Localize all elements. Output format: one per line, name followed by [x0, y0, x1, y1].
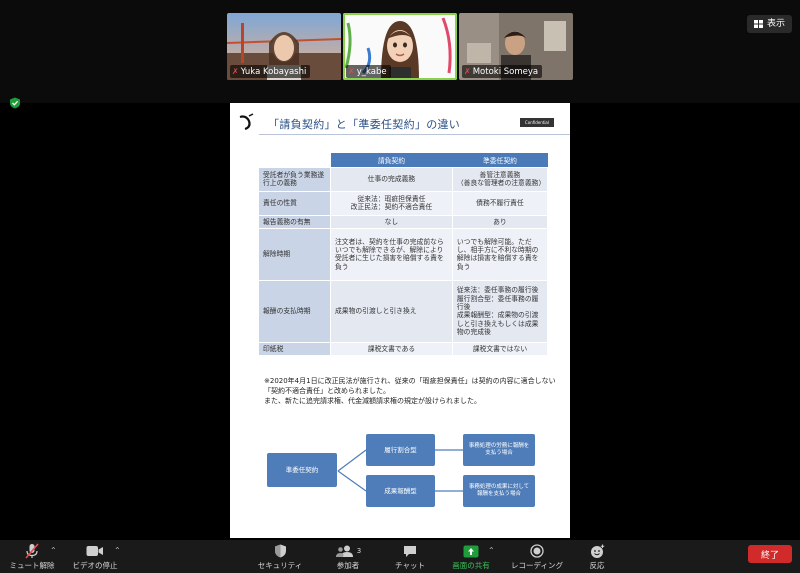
table-header-empty [258, 153, 331, 167]
diagram-root-box: 準委任契約 [267, 453, 337, 487]
table-row: 報告義務の有無 なし あり [258, 214, 549, 230]
row-header: 報酬の支払時期 [258, 279, 331, 343]
reaction-smiley-icon [590, 544, 604, 558]
table-cell: いつでも解除可能。ただし、相手方に不利な時期の解除は損害を賠償する責を負う [451, 227, 549, 281]
comparison-table: 請負契約 準委任契約 受託者が負う業務遂行上の義務 仕事の完成義務 善管注意義務… [258, 153, 549, 357]
diagram-desc-box: 事務処理の成果に対して報酬を支払う場合 [463, 475, 535, 507]
meeting-toolbar: ミュート解除 ⌃ ビデオの停止 ⌃ セキュリティ 3 参加者 チャット 画面の共… [0, 540, 800, 573]
video-tile-3[interactable]: ✗ Motoki Someya [459, 13, 573, 80]
table-cell: 注文者は、契約を仕事の完成前ならいつでも解除できるが、解除により受託者に生じた損… [330, 227, 453, 281]
security-shield-icon [274, 544, 286, 558]
amendment-note: ※2020年4月1日に改正民法が施行され、従来の「瑕疵担保責任」は契約の内容に適… [264, 377, 556, 406]
table-cell: 善管注意義務 （善良な管理者の注意義務） [451, 166, 549, 192]
participants-count: 3 [356, 547, 362, 555]
slide-header: 「請負契約」と「準委任契約」の違い Confidential [230, 103, 570, 143]
video-options-chevron-icon[interactable]: ⌃ [114, 546, 121, 555]
reactions-button[interactable]: 反応 [582, 542, 612, 571]
slide-title: 「請負契約」と「準委任契約」の違い [268, 118, 461, 131]
view-button[interactable]: 表示 [746, 15, 792, 33]
diagram-branch-box: 成果報酬型 [366, 475, 435, 507]
grid-view-icon [753, 20, 763, 28]
row-header: 解除時期 [258, 227, 331, 281]
row-header: 責任の性質 [258, 190, 331, 216]
confidential-badge: Confidential [519, 118, 554, 127]
table-row: 責任の性質 従来法：瑕疵担保責任 改正民法：契約不適合責任 債務不履行責任 [258, 190, 549, 216]
table-header: 請負契約 [330, 153, 453, 167]
video-strip: ✗ Yuka Kobayashi ✗ y_kabe ✗ Motoki Somey… [0, 0, 800, 103]
table-cell: 債務不履行責任 [451, 190, 549, 216]
chat-button[interactable]: チャット [390, 542, 430, 571]
diagram-branch-box: 履行割合型 [366, 434, 435, 466]
table-cell: 課税文書ではない [451, 341, 549, 357]
table-row: 解除時期 注文者は、契約を仕事の完成前ならいつでも解除できるが、解除により受託者… [258, 227, 549, 281]
table-cell: なし [330, 214, 453, 230]
table-row: 報酬の支払時期 成果物の引渡しと引き換え 従来法：委任事務の履行後 履行割合型：… [258, 279, 549, 343]
diagram-desc-box: 事務処理の労務に報酬を支払う場合 [463, 434, 535, 466]
row-header: 受託者が負う業務遂行上の義務 [258, 166, 331, 192]
table-cell: 仕事の完成義務 [330, 166, 453, 192]
participant-name-label: ✗ y_kabe [346, 65, 391, 78]
security-button[interactable]: セキュリティ [253, 542, 307, 571]
mic-muted-icon: ✗ [232, 67, 239, 76]
contract-type-diagram: 準委任契約 履行割合型 成果報酬型 事務処理の労務に報酬を支払う場合 事務処理の… [230, 423, 570, 533]
table-cell: 成果物の引渡しと引き換え [330, 279, 453, 343]
mic-muted-icon: ✗ [464, 67, 471, 76]
company-logo-icon [239, 113, 254, 131]
table-cell: 従来法：瑕疵担保責任 改正民法：契約不適合責任 [330, 190, 453, 216]
table-cell: あり [451, 214, 549, 230]
table-cell: 課税文書である [330, 341, 453, 357]
table-header: 準委任契約 [452, 153, 548, 167]
table-row: 印紙税 課税文書である 課税文書ではない [258, 341, 549, 357]
mic-muted-icon: ✗ [348, 67, 355, 76]
unmute-button[interactable]: ミュート解除 [8, 542, 56, 571]
zoom-meeting-window: ✗ Yuka Kobayashi ✗ y_kabe ✗ Motoki Somey… [0, 0, 800, 573]
participants-button[interactable]: 3 参加者 [330, 542, 366, 571]
shared-screen: 「請負契約」と「準委任契約」の違い Confidential 請負契約 準委任契… [230, 103, 570, 538]
record-button[interactable]: レコーディング [505, 542, 569, 571]
table-header-row: 請負契約 準委任契約 [258, 153, 548, 167]
encryption-shield-icon[interactable] [9, 97, 21, 109]
mic-muted-icon [25, 543, 39, 559]
end-meeting-button[interactable]: 終了 [748, 545, 792, 563]
participant-name-label: ✗ Motoki Someya [462, 65, 543, 78]
video-camera-icon [86, 546, 103, 556]
table-cell: 従来法：委任事務の履行後 履行割合型：委任事務の履行後 成果報酬型：成果物の引渡… [451, 279, 549, 343]
video-tile-2[interactable]: ✗ y_kabe [343, 13, 457, 80]
row-header: 印紙税 [258, 341, 331, 357]
participant-name-label: ✗ Yuka Kobayashi [230, 65, 311, 78]
share-screen-icon [463, 545, 479, 557]
record-icon [530, 544, 544, 558]
video-tile-1[interactable]: ✗ Yuka Kobayashi [227, 13, 341, 80]
chat-bubble-icon [404, 545, 416, 557]
divider [259, 134, 570, 135]
participants-icon [335, 545, 353, 557]
share-options-chevron-icon[interactable]: ⌃ [488, 546, 495, 555]
audio-options-chevron-icon[interactable]: ⌃ [50, 546, 57, 555]
table-row: 受託者が負う業務遂行上の義務 仕事の完成義務 善管注意義務 （善良な管理者の注意… [258, 166, 549, 192]
row-header: 報告義務の有無 [258, 214, 331, 230]
